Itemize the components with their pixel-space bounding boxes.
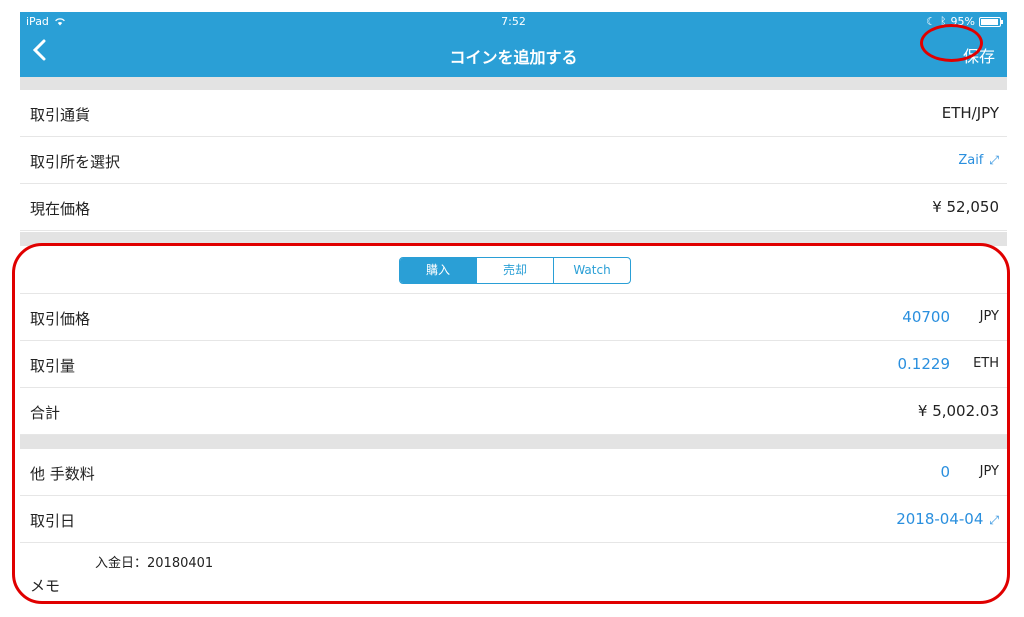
section-divider (20, 77, 1007, 90)
trade-price-label: 取引価格 (30, 310, 91, 328)
trade-type-segmented-control[interactable]: 購入 売却 Watch (399, 257, 631, 284)
navigation-bar: コインを追加する 保存 (20, 32, 1007, 77)
fee-unit: JPY (979, 464, 999, 479)
currency-pair-label: 取引通貨 (30, 106, 91, 124)
fee-label: 他 手数料 (30, 465, 95, 483)
status-bar: iPad 7:52 ☾ ᛒ 95% (20, 12, 1007, 32)
total-label: 合計 (30, 404, 61, 422)
section-divider (20, 435, 1007, 449)
current-price-row: 現在価格 ¥ 52,050 (20, 184, 1007, 231)
trade-date-label: 取引日 (30, 512, 76, 530)
exchange-select[interactable]: Zaif ⤢ (958, 153, 999, 168)
save-button[interactable]: 保存 (963, 43, 995, 67)
trade-date-picker[interactable]: 2018-04-04 ⤢ (896, 510, 999, 528)
page-title: コインを追加する (449, 48, 578, 67)
section-divider (20, 232, 1007, 246)
total-row: 合計 ¥ 5,002.03 (20, 388, 1007, 435)
battery-percent: 95% (950, 15, 975, 28)
memo-input[interactable]: 入金日：20180401 (95, 552, 213, 571)
segment-watch[interactable]: Watch (554, 258, 630, 283)
battery-icon (979, 16, 1003, 27)
expand-icon: ⤢ (989, 513, 999, 527)
status-time: 7:52 (501, 15, 526, 28)
trade-date-value: 2018-04-04 (896, 510, 984, 528)
fee-input[interactable]: 0 (940, 463, 950, 481)
current-price-value: ¥ 52,050 (932, 198, 999, 216)
bluetooth-icon: ᛒ (939, 15, 947, 28)
segment-sell[interactable]: 売却 (477, 258, 554, 283)
memo-label: メモ (30, 577, 61, 595)
trade-price-row: 取引価格 40700 JPY (20, 294, 1007, 341)
trade-price-unit: JPY (979, 309, 999, 324)
currency-pair-value: ETH/JPY (941, 104, 999, 122)
trade-amount-unit: ETH (973, 356, 999, 371)
current-price-label: 現在価格 (30, 200, 91, 218)
trade-amount-row: 取引量 0.1229 ETH (20, 341, 1007, 388)
exchange-value: Zaif (958, 153, 984, 168)
trade-amount-label: 取引量 (30, 357, 76, 375)
total-value: ¥ 5,002.03 (917, 402, 999, 420)
expand-icon: ⤢ (989, 153, 999, 167)
trade-amount-input[interactable]: 0.1229 (898, 355, 951, 373)
fee-row: 他 手数料 0 JPY (20, 449, 1007, 496)
app-screen: iPad 7:52 ☾ ᛒ 95% コインを追加する 保存 取引通貨 ETH/J… (20, 12, 1007, 617)
exchange-row[interactable]: 取引所を選択 Zaif ⤢ (20, 137, 1007, 184)
exchange-label: 取引所を選択 (30, 153, 121, 171)
currency-pair-row: 取引通貨 ETH/JPY (20, 90, 1007, 137)
trade-price-input[interactable]: 40700 (902, 308, 950, 326)
segment-buy[interactable]: 購入 (400, 258, 477, 283)
moon-icon: ☾ (926, 15, 936, 28)
trade-date-row[interactable]: 取引日 2018-04-04 ⤢ (20, 496, 1007, 543)
